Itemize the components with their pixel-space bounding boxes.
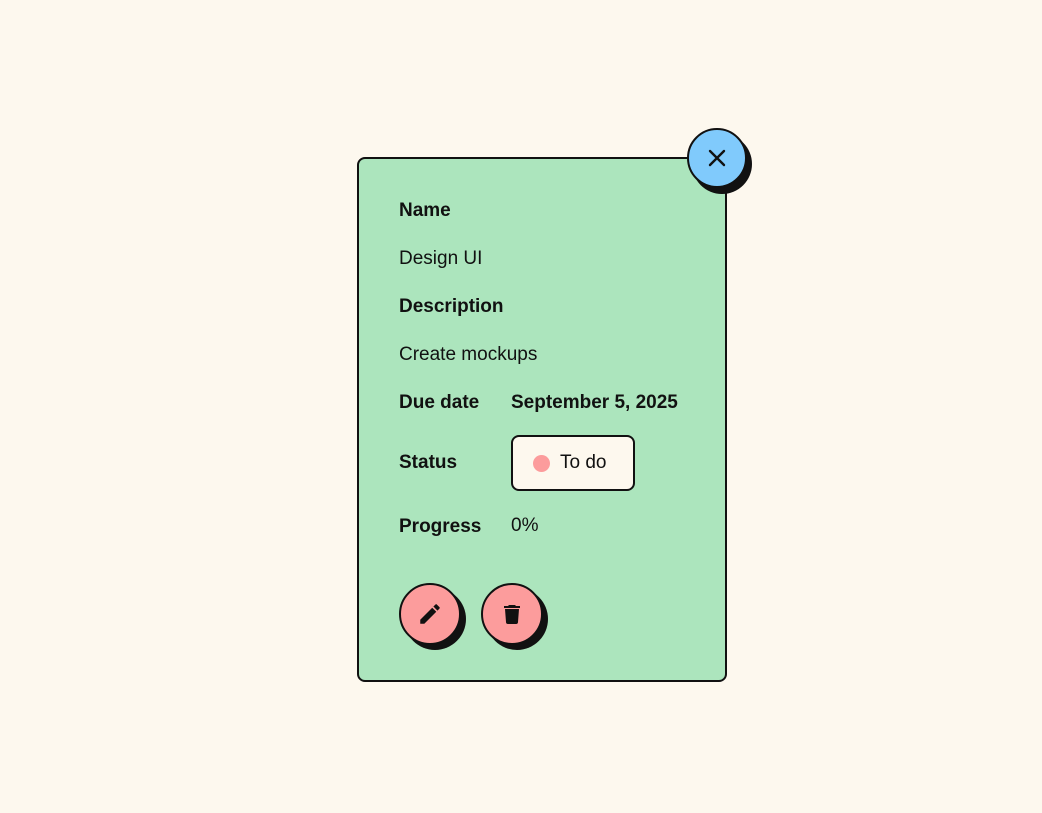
status-value: To do: [560, 452, 607, 473]
delete-button[interactable]: [481, 583, 543, 645]
status-badge[interactable]: To do: [511, 435, 635, 491]
due-date-label: Due date: [399, 392, 480, 413]
description-label: Description: [399, 296, 504, 317]
progress-label: Progress: [399, 516, 482, 537]
due-date-value: September 5, 2025: [511, 392, 678, 413]
edit-button[interactable]: [399, 583, 461, 645]
name-label: Name: [399, 200, 451, 221]
description-value: Create mockups: [399, 344, 538, 365]
task-detail-card: Name Design UI Description Create mockup…: [357, 157, 727, 682]
status-label: Status: [399, 452, 458, 473]
close-button[interactable]: [687, 128, 747, 188]
status-dot-icon: [533, 454, 550, 472]
name-value: Design UI: [399, 248, 483, 269]
pencil-icon: [420, 604, 440, 624]
close-icon: [708, 149, 726, 167]
progress-value: 0%: [511, 515, 539, 536]
trash-icon: [504, 605, 520, 624]
